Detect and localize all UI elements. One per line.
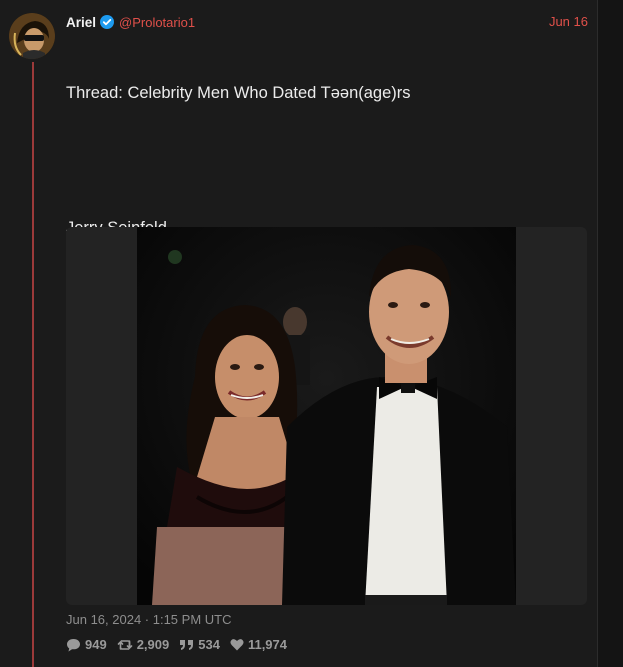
retweet-count: 2,909 xyxy=(136,637,170,652)
comment-icon xyxy=(67,638,80,651)
thread-line xyxy=(32,62,34,667)
avatar[interactable] xyxy=(9,13,55,59)
tweet-stats: 949 2,909 534 11,974 xyxy=(66,637,297,652)
author-handle[interactable]: @Prolotario1 xyxy=(119,15,195,30)
reply-count: 949 xyxy=(85,637,107,652)
tweet-photo[interactable] xyxy=(137,227,516,605)
retweet-stat[interactable]: 2,909 xyxy=(117,637,170,652)
reply-stat[interactable]: 949 xyxy=(66,637,107,652)
like-stat[interactable]: 11,974 xyxy=(230,637,287,652)
retweet-icon xyxy=(117,639,133,650)
tweet-header: Ariel @Prolotario1 Jun 16 xyxy=(66,13,588,31)
tweet-page: Ariel @Prolotario1 Jun 16 Thread: Celebr… xyxy=(0,0,623,667)
quote-icon xyxy=(180,639,194,650)
heart-icon xyxy=(230,639,244,651)
page-edge xyxy=(597,0,623,667)
tweet-media[interactable] xyxy=(66,227,587,605)
quote-count: 534 xyxy=(198,637,220,652)
tweet-date[interactable]: Jun 16 xyxy=(549,14,588,29)
tweet-body-line: Thread: Celebrity Men Who Dated Təən(age… xyxy=(66,84,411,102)
like-count: 11,974 xyxy=(247,637,287,652)
verified-badge-icon xyxy=(100,15,115,29)
quote-stat[interactable]: 534 xyxy=(179,637,220,652)
author-name[interactable]: Ariel xyxy=(66,15,96,30)
tweet-timestamp[interactable]: Jun 16, 2024 · 1:15 PM UTC xyxy=(66,612,231,627)
